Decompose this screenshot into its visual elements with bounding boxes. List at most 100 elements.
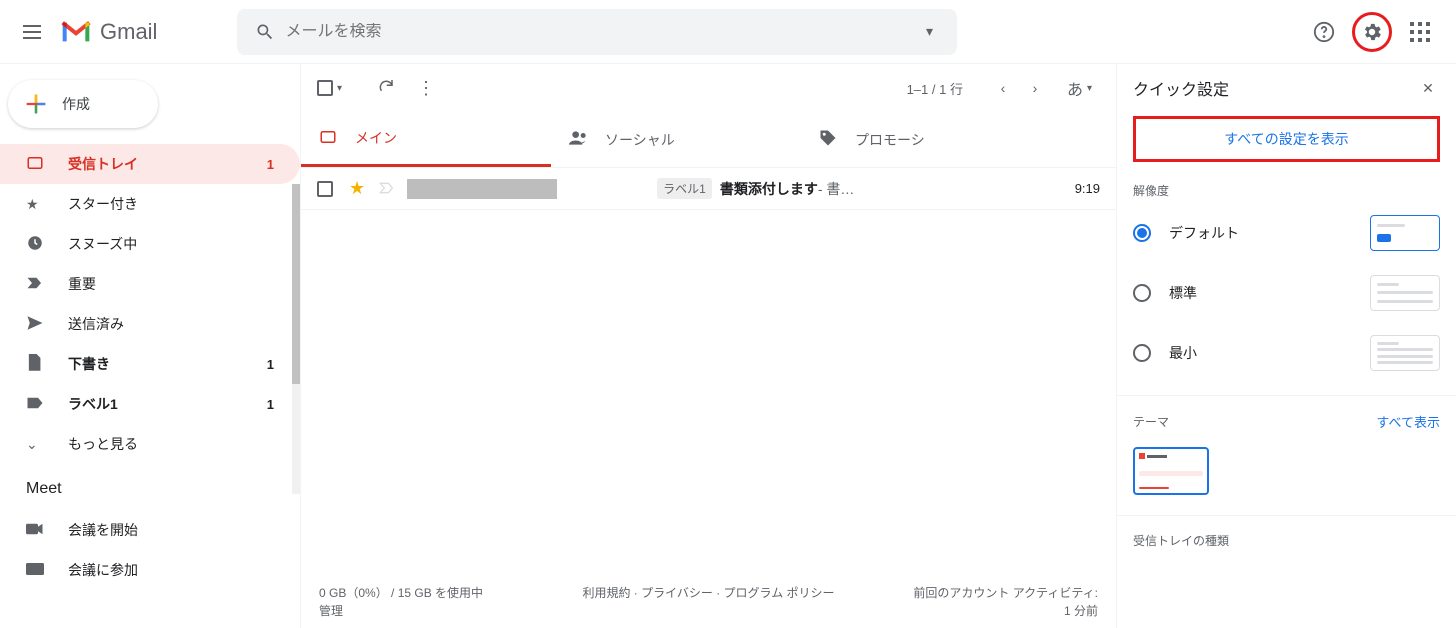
meet-title: Meet [26,480,300,498]
apps-grid-icon [1410,22,1430,42]
search-icon[interactable] [245,22,285,42]
page-next[interactable]: › [1019,80,1051,96]
paging-text: 1–1 / 1 行 [907,79,963,98]
inbox-type-label: 受信トレイの種類 [1133,532,1440,549]
density-default[interactable]: デフォルト [1133,215,1440,251]
star-icon[interactable]: ★ [349,178,365,199]
gear-icon [1361,21,1383,43]
footer-activity: 前回のアカウント アクティビティ: 1 分前 [838,584,1098,620]
density-label: 最小 [1169,343,1197,363]
density-thumb-standard [1370,275,1440,311]
ime-dropdown[interactable]: ▾ [1087,83,1092,94]
ime-indicator[interactable]: あ [1067,76,1083,100]
product-name: Gmail [100,19,157,45]
plus-icon [22,90,50,118]
footer-policy[interactable]: 利用規約 · プライバシー · プログラム ポリシー [579,584,839,620]
more-vert-icon: ⋮ [417,78,435,98]
inbox-icon [319,128,337,149]
clock-icon [26,234,46,255]
inbox-icon [26,154,46,175]
people-icon [569,131,587,148]
support-button[interactable] [1304,12,1344,52]
tab-social[interactable]: ソーシャル [551,112,801,167]
storage-manage-link[interactable]: 管理 [319,602,579,620]
density-label: デフォルト [1169,223,1239,243]
important-marker[interactable] [379,181,395,197]
file-icon [26,354,46,375]
refresh-button[interactable] [366,77,406,100]
tab-primary[interactable]: メイン [301,112,551,167]
nav-starred[interactable]: ★ スター付き [0,184,300,224]
select-all-checkbox[interactable] [317,80,333,96]
mail-checkbox[interactable] [317,181,333,197]
nav-drafts[interactable]: 下書き 1 [0,344,300,384]
more-button[interactable]: ⋮ [406,78,446,99]
refresh-icon [377,77,395,95]
gmail-logo[interactable]: Gmail [60,19,157,45]
density-standard[interactable]: 標準 [1133,275,1440,311]
nav-label: スヌーズ中 [68,234,300,254]
google-apps-button[interactable] [1400,12,1440,52]
nav-snoozed[interactable]: スヌーズ中 [0,224,300,264]
nav-label1[interactable]: ラベル1 1 [0,384,300,424]
density-thumb-compact [1370,335,1440,371]
nav-more[interactable]: ⌄ もっと見る [0,424,300,464]
mail-subject: 書類添付します [720,179,818,199]
compose-button[interactable]: 作成 [8,80,158,128]
nav-label: 会議に参加 [68,560,300,580]
tab-promotions[interactable]: プロモーシ [801,112,1051,167]
footer: 0 GB（0%） / 15 GB を使用中 管理 利用規約 · プライバシー ·… [301,584,1116,628]
meet-join[interactable]: 会議に参加 [26,550,300,590]
label-icon [26,396,46,413]
send-icon [26,314,46,335]
meet-start[interactable]: 会議を開始 [26,510,300,550]
search-input[interactable] [285,23,909,41]
nav-list: 受信トレイ 1 ★ スター付き スヌーズ中 重要 送信済み 下書き [0,144,300,464]
mail-label-chip[interactable]: ラベル1 [657,178,712,199]
radio-standard[interactable] [1133,284,1151,302]
mail-row[interactable]: ★ ラベル1 書類添付します - 書… 9:19 [301,168,1116,210]
help-icon [1313,21,1335,43]
nav-label: 下書き [68,354,267,374]
main-content: ▾ ⋮ 1–1 / 1 行 ‹ › あ ▾ メイン ソーシャル [300,64,1116,628]
nav-label: ラベル1 [68,394,267,414]
chevron-down-icon: ⌄ [26,436,46,453]
tab-label: メイン [355,128,397,148]
theme-view-all-link[interactable]: すべて表示 [1376,412,1440,431]
main-menu-button[interactable] [8,8,56,56]
important-icon [26,276,46,293]
nav-inbox[interactable]: 受信トレイ 1 [0,144,300,184]
nav-label: 受信トレイ [68,154,267,174]
density-compact[interactable]: 最小 [1133,335,1440,371]
header-actions [1304,12,1448,52]
radio-default[interactable] [1133,224,1151,242]
close-button[interactable]: ✕ [1416,76,1440,100]
search-options-dropdown[interactable]: ▾ [909,23,949,40]
tab-label: プロモーシ [855,130,925,150]
theme-thumbnail[interactable] [1133,447,1209,495]
meet-section: Meet 会議を開始 会議に参加 [0,480,300,590]
keyboard-icon [26,562,46,578]
all-settings-button[interactable]: すべての設定を表示 [1133,116,1440,162]
density-label: 標準 [1169,283,1197,303]
nav-label: 会議を開始 [68,520,300,540]
mail-sender [407,179,557,199]
radio-compact[interactable] [1133,344,1151,362]
sidebar-scrollbar[interactable] [292,184,300,494]
gmail-m-icon [60,20,92,44]
theme-section-label: テーマ [1133,413,1169,430]
search-bar[interactable]: ▾ [237,9,957,55]
nav-sent[interactable]: 送信済み [0,304,300,344]
density-section-label: 解像度 [1133,182,1440,199]
quick-settings-title: クイック設定 [1133,76,1416,100]
mail-time: 9:19 [1075,181,1100,196]
settings-button[interactable] [1352,12,1392,52]
nav-important[interactable]: 重要 [0,264,300,304]
quick-settings-panel: クイック設定 ✕ すべての設定を表示 解像度 デフォルト 標準 最小 [1116,64,1456,628]
close-icon: ✕ [1422,80,1434,97]
tab-label: ソーシャル [605,130,675,150]
density-thumb-default [1370,215,1440,251]
select-dropdown[interactable]: ▾ [337,83,342,94]
page-prev[interactable]: ‹ [987,80,1019,96]
sidebar: 作成 受信トレイ 1 ★ スター付き スヌーズ中 重要 送信済み [0,64,300,628]
